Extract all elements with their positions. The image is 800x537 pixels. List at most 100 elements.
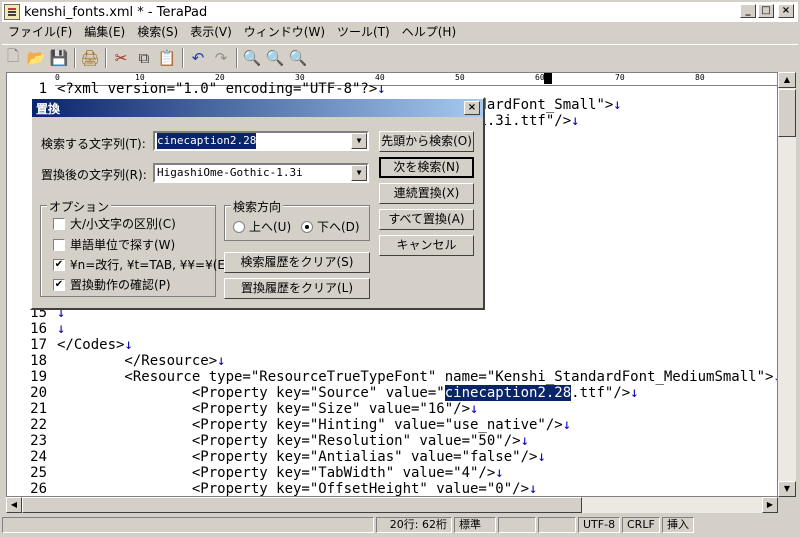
code-text: <Property key="Size" value="16"/> [57, 401, 471, 417]
ruler-cursor-marker [544, 73, 552, 84]
menu-search[interactable]: 検索(S) [131, 23, 184, 40]
replace-string-label: 置換後の文字列(R): [41, 168, 147, 182]
selected-text: cinecaption2.28 [444, 385, 572, 401]
line-break-marker-icon: ↓ [562, 417, 572, 433]
line-break-marker-icon: ↓ [529, 481, 538, 497]
code-text: <Property key="Hinting" value="use_nativ… [57, 417, 563, 433]
ruler-tick: 70 [615, 73, 625, 82]
maximize-button[interactable]: □ [758, 4, 774, 18]
scroll-right-button[interactable]: ▶ [762, 497, 778, 513]
code-line[interactable]: </Codes>↓ [57, 337, 133, 353]
clear-search-history-button[interactable]: 検索履歴をクリア(S) [224, 252, 370, 273]
match-case-checkbox[interactable]: 大/小文字の区別(C) [53, 215, 176, 232]
line-break-marker-icon: ↓ [520, 433, 530, 449]
continuous-replace-button[interactable]: 連続置換(X) [379, 183, 474, 204]
escape-sequence-label: ¥n=改行, ¥t=TAB, ¥¥=¥(E) [70, 258, 230, 272]
horizontal-scrollbar[interactable]: ◀ ▶ [6, 497, 778, 513]
minimize-button[interactable]: _ [740, 4, 756, 18]
code-text: <Property key="TabWidth" value="4"/> [57, 465, 496, 481]
code-line[interactable]: <Property key="TabWidth" value="4"/>↓ [57, 465, 504, 481]
direction-up-radio[interactable]: 上へ(U) [233, 218, 291, 235]
line-break-marker-icon: ↓ [537, 449, 546, 465]
status-message [2, 517, 374, 533]
code-line[interactable]: <Property key="Antialias" value="false"/… [57, 449, 546, 465]
direction-down-radio[interactable]: 下へ(D) [301, 218, 360, 235]
new-file-icon[interactable]: 🗋 [2, 47, 24, 69]
open-folder-icon[interactable]: 📂 [25, 47, 47, 69]
menu-file[interactable]: ファイル(F) [2, 23, 78, 40]
line-number: 20 [30, 385, 47, 401]
line-break-marker-icon: ↓ [613, 97, 622, 113]
toolbar-separator [236, 48, 238, 68]
chevron-down-icon[interactable]: ▼ [351, 133, 367, 149]
code-text: <?xml version="1.0" encoding="UTF-8"?> [57, 81, 378, 97]
code-line[interactable]: <Property key="Hinting" value="use_nativ… [57, 417, 571, 433]
menu-bar: ファイル(F) 編集(E) 検索(S) 表示(V) ウィンドウ(W) ツール(T… [2, 22, 798, 40]
redo-icon[interactable]: ↷ [210, 47, 232, 69]
confirm-replace-checkbox[interactable]: ✔ 置換動作の確認(P) [53, 276, 171, 293]
radio-off-icon [233, 220, 245, 233]
line-number: 21 [30, 401, 47, 417]
code-line[interactable]: <Property key="OffsetHeight" value="0"/>… [57, 481, 538, 497]
line-break-marker-icon: ↓ [124, 337, 133, 353]
code-line[interactable]: <Property key="Source" value="cinecaptio… [57, 385, 639, 401]
menu-tools[interactable]: ツール(T) [331, 23, 396, 40]
vertical-scrollbar[interactable]: ▲ ▼ [778, 72, 796, 497]
vertical-scroll-thumb[interactable] [778, 89, 796, 137]
code-text: </Resource> [57, 353, 218, 369]
escape-sequence-checkbox[interactable]: ✔ ¥n=改行, ¥t=TAB, ¥¥=¥(E) [53, 256, 230, 273]
chevron-down-icon[interactable]: ▼ [351, 165, 367, 181]
code-text: .ttf"/> [571, 385, 631, 401]
print-icon[interactable]: 🖨 [79, 47, 101, 69]
scroll-down-button[interactable]: ▼ [778, 481, 796, 497]
menu-help[interactable]: ヘルプ(H) [396, 23, 462, 40]
scroll-left-button[interactable]: ◀ [6, 497, 22, 513]
clear-replace-history-button[interactable]: 置換履歴をクリア(L) [224, 278, 370, 299]
code-line[interactable]: <Resource type="ResourceTrueTypeFont" na… [57, 369, 777, 385]
line-number: 1 [38, 81, 47, 97]
find-prev-icon[interactable]: 🔍 [287, 47, 309, 69]
code-text: <Resource type="ResourceTrueTypeFont" na… [57, 369, 774, 385]
code-line[interactable]: </Resource>↓ [57, 353, 225, 369]
menu-view[interactable]: 表示(V) [184, 23, 238, 40]
menu-window[interactable]: ウィンドウ(W) [238, 23, 331, 40]
code-line[interactable]: ↓ [57, 321, 65, 337]
toolbar-separator [105, 48, 107, 68]
find-next-button[interactable]: 次を検索(N) [379, 157, 474, 178]
status-mode: 標準 [454, 517, 496, 533]
radio-on-icon [301, 220, 313, 233]
replace-all-button[interactable]: すべて置換(A) [379, 209, 474, 230]
horizontal-scroll-thumb[interactable] [22, 497, 582, 513]
status-empty-2 [538, 517, 576, 533]
code-line[interactable]: <?xml version="1.0" encoding="UTF-8"?>↓ [57, 81, 386, 97]
replace-string-combo[interactable]: HigashiOme-Gothic-1.3i ▼ [153, 163, 369, 183]
undo-icon[interactable]: ↶ [187, 47, 209, 69]
whole-word-label: 単語単位で探す(W) [70, 238, 176, 252]
toolbar-separator [182, 48, 184, 68]
title-bar: kenshi_fonts.xml * - TeraPad _ □ × [2, 2, 798, 22]
replace-dialog-title-bar: 置換 × [32, 99, 483, 117]
scroll-up-button[interactable]: ▲ [778, 72, 796, 88]
code-line[interactable]: <Property key="Resolution" value="50"/>↓ [57, 433, 529, 449]
cancel-button[interactable]: キャンセル [379, 235, 474, 256]
menu-edit[interactable]: 編集(E) [78, 23, 131, 40]
code-line[interactable]: <Property key="Size" value="16"/>↓ [57, 401, 479, 417]
direction-down-label: 下へ(D) [317, 220, 360, 234]
paste-icon[interactable]: 📋 [156, 47, 178, 69]
search-string-combo[interactable]: cinecaption2.28 ▼ [153, 131, 369, 151]
copy-icon[interactable]: ⧉ [133, 47, 155, 69]
dialog-close-button[interactable]: × [464, 101, 480, 115]
whole-word-checkbox[interactable]: 単語単位で探す(W) [53, 236, 175, 253]
find-icon[interactable]: 🔍 [241, 47, 263, 69]
terapad-app-icon[interactable] [4, 4, 20, 20]
match-case-label: 大/小文字の区別(C) [70, 217, 176, 231]
status-empty-1 [498, 517, 536, 533]
close-button[interactable]: × [778, 4, 794, 18]
search-from-top-button[interactable]: 先頭から検索(O) [379, 131, 474, 152]
save-icon[interactable]: 💾 [48, 47, 70, 69]
direction-group: 検索方向 上へ(U) 下へ(D) [224, 198, 370, 241]
cut-icon[interactable]: ✂ [110, 47, 132, 69]
line-number: 24 [30, 449, 47, 465]
line-number: 16 [30, 321, 47, 337]
find-next-icon[interactable]: 🔍 [264, 47, 286, 69]
